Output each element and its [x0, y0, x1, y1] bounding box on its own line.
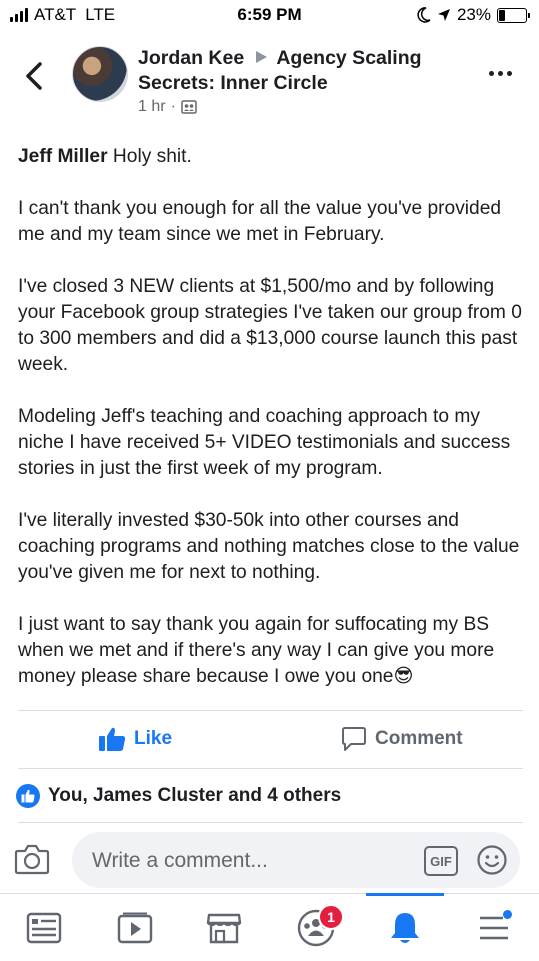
- like-label: Like: [134, 728, 173, 749]
- battery-percent: 23%: [456, 5, 491, 24]
- like-button[interactable]: Like: [98, 726, 172, 752]
- comment-box: GIF: [72, 832, 520, 890]
- post-paragraph: I've closed 3 NEW clients at $1,500/mo a…: [18, 276, 522, 375]
- camera-icon[interactable]: [14, 842, 50, 876]
- post-timestamp[interactable]: 1 hr: [138, 98, 166, 116]
- news-feed-icon[interactable]: [24, 908, 64, 948]
- post-paragraph: I can't thank you enough for all the val…: [18, 198, 502, 245]
- more-options-icon[interactable]: [489, 66, 517, 80]
- battery-icon: [497, 7, 530, 23]
- group-privacy-icon: [181, 100, 197, 114]
- post-paragraph: Jeff Miller Holy shit.: [18, 144, 523, 170]
- post-paragraph-text: Holy shit.: [112, 146, 192, 167]
- thumbs-up-icon: [99, 727, 126, 751]
- post-paragraph-text: I just want to say thank you again for s…: [18, 614, 495, 687]
- notifications-icon[interactable]: [385, 908, 425, 948]
- menu-icon[interactable]: [474, 908, 514, 948]
- post-meta: 1 hr ·: [138, 98, 197, 116]
- reactions-text: You, James Cluster and 4 others: [48, 785, 342, 806]
- tagged-name[interactable]: Jeff Miller: [18, 146, 108, 167]
- reactions-summary[interactable]: You, James Cluster and 4 others: [16, 784, 341, 808]
- groups-icon[interactable]: 1: [296, 904, 344, 948]
- post-body: Jeff Miller Holy shit. I can't thank you…: [18, 144, 523, 690]
- post-title: Jordan Kee Agency Scaling Secrets: Inner…: [138, 46, 458, 96]
- post-header: Jordan Kee Agency Scaling Secrets: Inner…: [0, 40, 539, 120]
- author-name[interactable]: Jordan Kee: [138, 47, 244, 69]
- location-arrow-icon: [437, 9, 450, 21]
- action-bar: Like Comment: [0, 712, 539, 768]
- meta-separator: ·: [170, 98, 176, 115]
- groups-badge: 1: [318, 904, 344, 930]
- like-reaction-icon: [16, 784, 40, 808]
- post-paragraph-last: I just want to say thank you again for s…: [18, 612, 523, 690]
- status-right: 23%: [417, 5, 530, 25]
- menu-notification-dot: [503, 910, 512, 919]
- divider: [18, 710, 523, 711]
- bottom-navbar: 1: [0, 893, 539, 961]
- comment-input[interactable]: [90, 832, 414, 890]
- post-paragraph: I've literally invested $30-50k into oth…: [18, 510, 520, 583]
- comment-composer: GIF: [0, 830, 539, 892]
- sunglasses-emoji: 😎: [393, 666, 414, 687]
- divider: [18, 768, 523, 769]
- back-chevron-icon[interactable]: [20, 58, 50, 94]
- status-bar: AT&T LTE 6:59 PM 23%: [0, 0, 539, 30]
- marketplace-icon[interactable]: [204, 908, 244, 948]
- emoji-icon[interactable]: [476, 844, 508, 876]
- comment-label: Comment: [375, 728, 463, 749]
- post-paragraph: Modeling Jeff's teaching and coaching ap…: [18, 406, 511, 479]
- comment-button[interactable]: Comment: [341, 726, 463, 752]
- comment-icon: [342, 727, 366, 751]
- gif-button[interactable]: GIF: [424, 846, 458, 876]
- arrow-right-icon: [255, 51, 267, 63]
- author-avatar[interactable]: [72, 46, 128, 102]
- divider: [18, 822, 523, 823]
- moon-icon: [417, 7, 431, 23]
- watch-icon[interactable]: [115, 908, 155, 948]
- active-tab-indicator: [366, 893, 444, 896]
